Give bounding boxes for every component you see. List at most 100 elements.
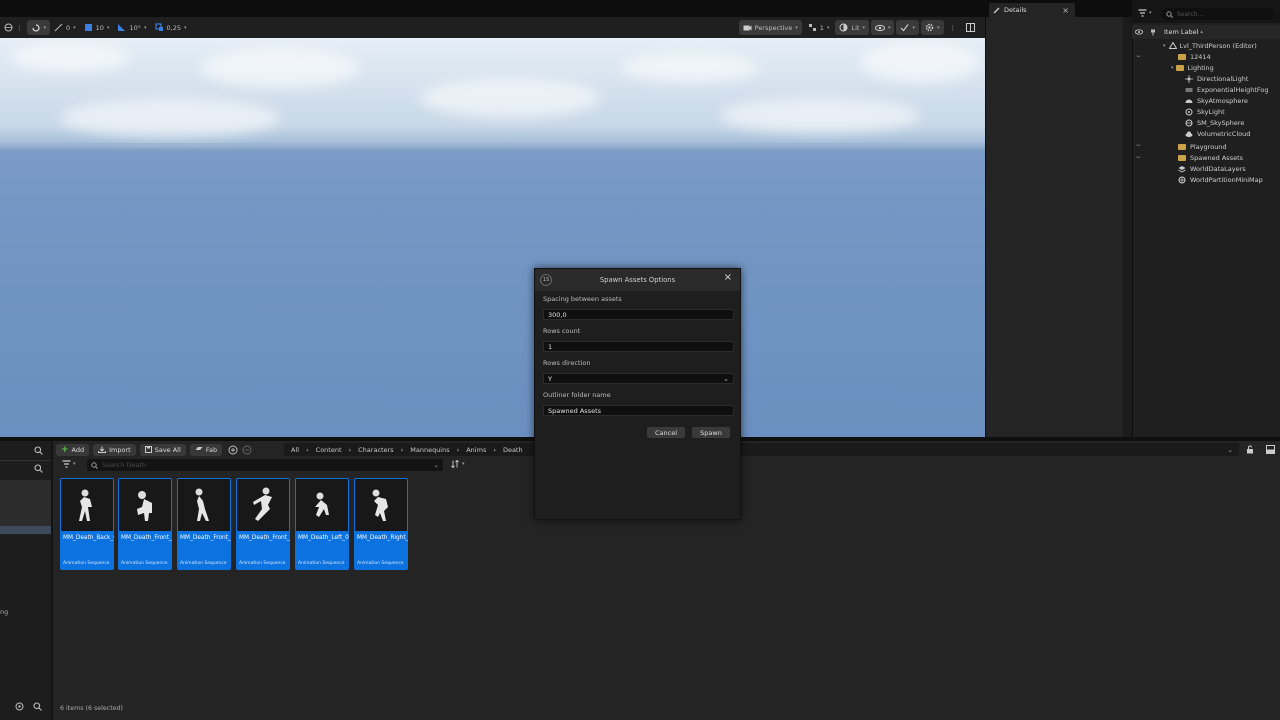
rows-count-label: Rows count [543,327,581,335]
cancel-button[interactable]: Cancel [647,427,685,438]
outliner-row-label: Lighting [1187,63,1214,72]
asset-name: MM_Death_Front_02 [180,535,231,541]
chevron-down-icon[interactable]: ⌄ [1228,446,1233,454]
filter-button[interactable]: ▾ [1138,9,1152,17]
outliner-row-label: SkyAtmosphere [1197,96,1248,105]
save-all-button[interactable]: Save All [139,443,186,456]
settings-button[interactable]: ▾ [920,20,944,35]
view-mode-button[interactable]: Perspective ▾ [738,20,802,35]
content-browser-toolbar: + Add Import Save All Fab [56,442,252,457]
mannequin-pose-icon [315,492,329,517]
dock-icon[interactable] [1266,445,1275,454]
asset-tile[interactable]: MM_Death_Back_01 Animation Sequence [60,478,114,570]
breadcrumb-item[interactable]: Characters [358,446,393,454]
realtime-button[interactable]: ▾ [896,20,919,35]
chevron-down-icon: ▾ [462,461,465,467]
asset-tile[interactable]: MM_Death_Front_02 Animation Sequence [177,478,231,570]
dialog-title-bar[interactable]: 1S Spawn Assets Options × [535,269,740,291]
asset-thumbnail [296,479,348,531]
folder-name-input[interactable]: Spawned Assets [543,405,734,416]
sort-options-button[interactable]: ▾ [451,460,465,468]
rotation-snap-icon [118,24,126,31]
add-button[interactable]: + Add [56,443,90,456]
search-icon [91,461,98,469]
details-side-strip [1123,17,1132,437]
spacing-input[interactable]: 300,0 [543,309,734,320]
history-forward-icon[interactable] [242,445,252,455]
filter-icon [62,460,71,468]
asset-tile[interactable]: MM_Death_Front_03 Animation Sequence [236,478,290,570]
breadcrumb-item[interactable]: Content [316,446,342,454]
outliner-row-actor[interactable]: ExponentialHeightFog [1132,84,1280,95]
asset-name: MM_Death_Front_03 [239,535,290,541]
breadcrumb-item[interactable]: Death [503,446,523,454]
outliner-row-actor[interactable]: WorldPartitionMiniMap [1132,174,1280,185]
kebab-icon: ⋮ [949,23,957,32]
level-viewport[interactable] [0,38,985,438]
outliner-row-folder[interactable]: ▾ Lighting [1132,62,1280,73]
rows-count-input[interactable]: 1 [543,341,734,352]
layout-button[interactable] [962,20,979,35]
scale-snap-button[interactable]: 0,25 ▾ [151,20,191,35]
breadcrumb-item[interactable]: Anims [466,446,486,454]
outliner-row-actor[interactable]: VolumetricCloud [1132,128,1280,139]
asset-filter-button[interactable]: ▾ [62,460,76,468]
search-icon[interactable] [33,702,42,711]
fab-button[interactable]: Fab [189,443,223,456]
search-icon[interactable] [34,464,43,473]
eye-icon [874,24,885,31]
cloud [720,98,920,133]
outliner-row-actor[interactable]: SkyAtmosphere [1132,95,1280,106]
cloud [620,53,760,83]
outliner-row-label: SM_SkySphere [1197,118,1245,127]
grid-snap-button[interactable]: 10 ▾ [80,20,114,35]
viewport-menu-button[interactable]: ⋮ [946,20,961,35]
grid-snap-icon [84,24,92,31]
chevron-down-icon: ▾ [43,24,47,31]
outliner-row-actor[interactable]: SM_SkySphere [1132,117,1280,128]
folder-tree-selection[interactable] [0,480,51,526]
outliner-row-folder[interactable]: Playground [1132,141,1280,152]
outliner-row-actor[interactable]: SkyLight [1132,106,1280,117]
outliner-row-folder[interactable]: 12414 [1132,51,1280,62]
close-icon[interactable]: × [1062,6,1069,15]
asset-type: Animation Sequence [298,561,345,566]
outliner-row-folder[interactable]: Spawned Assets [1132,152,1280,163]
breadcrumb-item[interactable]: Mannequins [410,446,449,454]
folder-name-label: Outliner folder name [543,391,611,399]
outliner-row-actor[interactable]: DirectionalLight [1132,73,1280,84]
search-icon[interactable] [34,446,43,455]
close-icon[interactable]: × [724,272,732,283]
spawn-button[interactable]: Spawn [692,427,730,438]
outliner-row-label: Playground [1190,142,1227,151]
viewport-options-button[interactable]: ⋮ [0,20,27,35]
asset-tile[interactable]: MM_Death_Right_01 Animation Sequence [354,478,408,570]
rows-direction-select[interactable]: Y ⌄ [543,373,734,384]
outliner-search-input[interactable]: Search... [1162,8,1274,20]
rotation-snap-button[interactable]: 10° ▾ [113,20,150,35]
asset-tile[interactable]: MM_Death_Left_01 Animation Sequence [295,478,349,570]
settings-circle-icon[interactable] [15,702,24,711]
show-flags-button[interactable]: ▾ [870,20,895,35]
outliner-row-actor[interactable]: WorldDataLayers [1132,163,1280,174]
asset-tile[interactable]: MM_Death_Front_01 Animation Sequence [118,478,172,570]
layers-icon [1178,165,1186,173]
outliner-row-level[interactable]: ▾ Lvl_ThirdPerson (Editor) [1132,40,1280,51]
camera-speed-button[interactable]: 1 ▾ [804,20,834,35]
cloud [860,43,980,83]
lit-mode-button[interactable]: Lit ▾ [835,20,869,35]
expand-indicator-icon: ⌣ [1136,52,1141,60]
outliner-row-label: DirectionalLight [1197,74,1249,83]
item-label-header[interactable]: Item Label [1164,28,1198,36]
transform-mode-button[interactable]: ▾ [26,20,51,35]
selection-snap-button[interactable]: 0 ▾ [50,20,80,35]
rows-direction-value: Y [548,374,552,383]
tab-details[interactable]: Details × [989,3,1075,17]
history-back-icon[interactable] [228,445,238,455]
asset-search-input[interactable]: Search Death ⌄ [87,459,443,471]
lock-icon[interactable] [1246,445,1254,454]
breadcrumb: All › Content › Characters › Mannequins … [284,443,1239,456]
import-button[interactable]: Import [93,443,136,456]
breadcrumb-item[interactable]: All [291,446,299,454]
selected-folder-row[interactable] [0,526,51,534]
